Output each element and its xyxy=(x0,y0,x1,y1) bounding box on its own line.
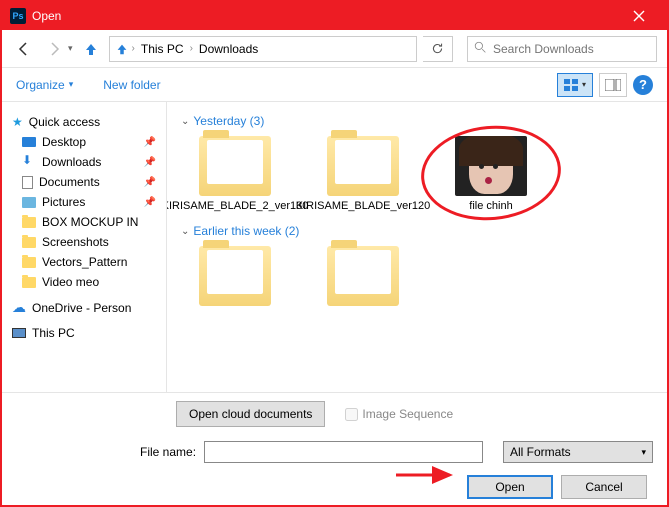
sidebar-item-downloads[interactable]: Downloads📌 xyxy=(2,152,166,172)
pin-icon: 📌 xyxy=(144,137,160,148)
folder-icon xyxy=(22,237,36,248)
picture-icon xyxy=(22,197,36,208)
filename-label: File name: xyxy=(140,445,196,459)
file-list: ⌄ Yesterday (3) KIRISAME_BLADE_2_ver130 … xyxy=(167,102,667,392)
group-header[interactable]: ⌄ Earlier this week (2) xyxy=(181,224,653,238)
search-box[interactable] xyxy=(467,36,657,62)
history-dropdown-icon[interactable]: ▾ xyxy=(68,43,73,54)
sidebar-item-desktop[interactable]: Desktop📌 xyxy=(2,132,166,152)
download-icon xyxy=(22,156,36,168)
star-icon: ★ xyxy=(12,115,23,129)
refresh-button[interactable] xyxy=(423,36,453,62)
chevron-down-icon: ⌄ xyxy=(181,116,189,127)
document-icon xyxy=(22,176,33,189)
folder-item[interactable]: KIRISAME_BLADE_ver120 xyxy=(309,136,417,212)
new-folder-button[interactable]: New folder xyxy=(103,78,160,92)
view-mode-button[interactable]: ▾ xyxy=(557,73,593,97)
breadcrumb-segment[interactable]: This PC xyxy=(137,40,188,58)
image-sequence-checkbox[interactable]: Image Sequence xyxy=(345,407,453,421)
sidebar-quick-access[interactable]: ★ Quick access xyxy=(2,112,166,132)
chevron-right-icon: › xyxy=(132,43,135,54)
folder-icon xyxy=(22,217,36,228)
sidebar-item-folder[interactable]: Screenshots xyxy=(2,232,166,252)
toolbar: Organize ▾ New folder ▾ ? xyxy=(2,68,667,102)
window-title: Open xyxy=(32,9,619,23)
search-icon xyxy=(474,41,487,57)
filename-input[interactable] xyxy=(204,441,483,463)
search-input[interactable] xyxy=(493,42,650,56)
file-type-combo[interactable]: All Formats ▾ xyxy=(503,441,653,463)
up-button[interactable] xyxy=(79,37,103,61)
cancel-button[interactable]: Cancel xyxy=(561,475,647,499)
close-button[interactable] xyxy=(619,2,659,30)
sidebar-item-folder[interactable]: Video meo xyxy=(2,272,166,292)
folder-icon xyxy=(22,257,36,268)
chevron-down-icon: ▾ xyxy=(582,80,586,89)
bottom-panel: Open cloud documents Image Sequence File… xyxy=(2,392,667,507)
preview-pane-button[interactable] xyxy=(599,73,627,97)
sidebar-item-folder[interactable]: BOX MOCKUP IN xyxy=(2,212,166,232)
chevron-right-icon: › xyxy=(190,43,193,54)
file-item-highlighted[interactable]: file chinh xyxy=(437,136,545,212)
chevron-down-icon: ⌄ xyxy=(181,226,189,237)
nav-bar: ▾ › This PC › Downloads xyxy=(2,30,667,68)
sidebar-item-documents[interactable]: Documents📌 xyxy=(2,172,166,192)
folder-icon xyxy=(327,136,399,196)
sidebar-this-pc[interactable]: This PC xyxy=(2,323,166,343)
open-cloud-button[interactable]: Open cloud documents xyxy=(176,401,325,427)
sidebar-onedrive[interactable]: ☁OneDrive - Person xyxy=(2,296,166,319)
desktop-icon xyxy=(22,137,36,147)
folder-item[interactable]: KIRISAME_BLADE_2_ver130 xyxy=(181,136,289,212)
chevron-down-icon: ▾ xyxy=(69,79,74,90)
folder-icon xyxy=(327,246,399,306)
help-button[interactable]: ? xyxy=(633,75,653,95)
back-button[interactable] xyxy=(12,37,36,61)
pin-icon: 📌 xyxy=(144,177,160,188)
sidebar-item-pictures[interactable]: Pictures📌 xyxy=(2,192,166,212)
forward-button[interactable] xyxy=(42,37,66,61)
pin-icon: 📌 xyxy=(144,197,160,208)
folder-item[interactable] xyxy=(181,246,289,310)
chevron-down-icon: ▾ xyxy=(641,447,646,458)
breadcrumb-segment[interactable]: Downloads xyxy=(195,40,262,58)
group-header[interactable]: ⌄ Yesterday (3) xyxy=(181,114,653,128)
location-icon xyxy=(114,41,130,57)
sidebar: ★ Quick access Desktop📌 Downloads📌 Docum… xyxy=(2,102,167,392)
pin-icon: 📌 xyxy=(144,157,160,168)
title-bar: Ps Open xyxy=(2,2,667,30)
breadcrumb[interactable]: › This PC › Downloads xyxy=(109,36,417,62)
folder-icon xyxy=(199,136,271,196)
folder-item[interactable] xyxy=(309,246,417,310)
folder-icon xyxy=(22,277,36,288)
checkbox-input xyxy=(345,408,358,421)
image-thumbnail xyxy=(455,136,527,196)
organize-menu[interactable]: Organize ▾ xyxy=(16,78,73,92)
main-area: ★ Quick access Desktop📌 Downloads📌 Docum… xyxy=(2,102,667,392)
thispc-icon xyxy=(12,328,26,338)
cloud-icon: ☁ xyxy=(12,299,26,316)
sidebar-item-folder[interactable]: Vectors_Pattern xyxy=(2,252,166,272)
open-button[interactable]: Open xyxy=(467,475,553,499)
folder-icon xyxy=(199,246,271,306)
annotation-arrow xyxy=(394,465,458,485)
app-icon: Ps xyxy=(10,8,26,24)
